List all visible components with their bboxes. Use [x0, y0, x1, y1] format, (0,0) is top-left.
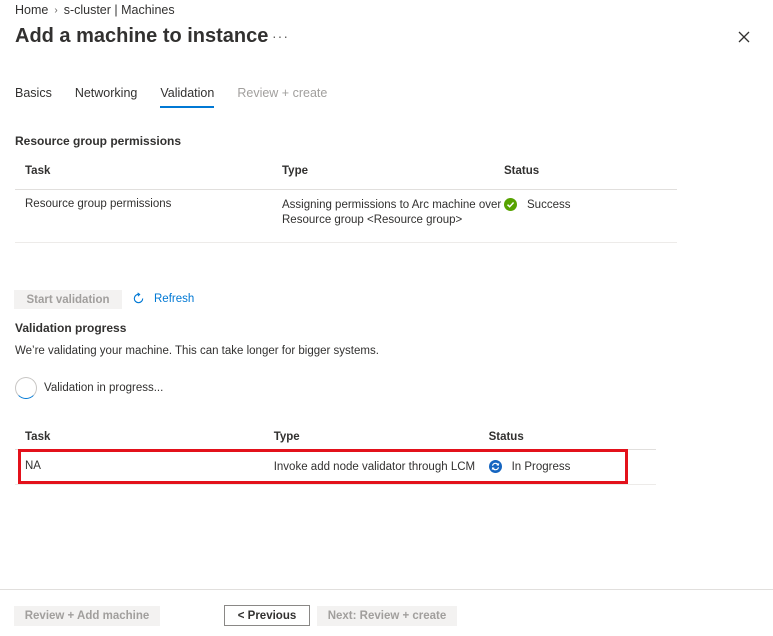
tab-basics[interactable]: Basics — [15, 86, 52, 108]
validation-progress: Validation in progress... — [15, 377, 163, 399]
footer-divider — [0, 589, 773, 590]
permissions-section-title: Resource group permissions — [15, 134, 182, 148]
type-line: Resource group <Resource group> — [282, 214, 463, 226]
column-header-status: Status — [488, 431, 524, 443]
column-header-task: Task — [25, 165, 51, 177]
tab-validation[interactable]: Validation — [160, 86, 215, 108]
validation-description: We’re validating your machine. This can … — [15, 345, 379, 357]
next-review-create-button[interactable]: Next: Review + create — [317, 606, 457, 626]
highlight-box — [18, 449, 628, 484]
table-header-row: Task Type Status — [15, 153, 677, 190]
table-header-row: Task Type Status — [15, 425, 656, 450]
page-title: Add a machine to instance — [15, 25, 269, 47]
status-cell: Success — [504, 198, 677, 211]
tab-networking[interactable]: Networking — [75, 86, 138, 108]
progress-text: Validation in progress... — [44, 382, 164, 394]
close-icon[interactable] — [735, 28, 753, 46]
type-cell: Assigning permissions to Arc machine ove… — [282, 198, 504, 228]
chevron-right-icon: › — [54, 4, 58, 16]
column-header-task: Task — [25, 431, 51, 443]
task-cell: Resource group permissions — [25, 198, 172, 210]
refresh-button[interactable]: Refresh — [132, 292, 194, 305]
more-options-icon[interactable]: ··· — [272, 28, 289, 44]
tab-review-create[interactable]: Review + create — [237, 86, 327, 108]
breadcrumb: Home › s-cluster | Machines — [15, 3, 175, 17]
column-header-type: Type — [282, 164, 308, 177]
previous-button[interactable]: < Previous — [224, 605, 310, 626]
refresh-icon — [133, 292, 144, 304]
type-line: Assigning permissions to Arc machine ove… — [282, 199, 502, 211]
refresh-label: Refresh — [154, 292, 195, 305]
column-header-status: Status — [504, 165, 540, 177]
table-row: Resource group permissions Assigning per… — [15, 190, 677, 243]
breadcrumb-home-link[interactable]: Home — [15, 3, 48, 17]
review-add-machine-button[interactable]: Review + Add machine — [14, 606, 160, 626]
permissions-table: Task Type Status Resource group permissi… — [15, 153, 677, 243]
start-validation-button[interactable]: Start validation — [14, 290, 122, 309]
success-check-icon — [504, 198, 517, 211]
spinner-icon — [15, 377, 37, 399]
validation-section-title: Validation progress — [15, 321, 127, 335]
column-header-type: Type — [273, 430, 300, 443]
status-text: Success — [527, 198, 571, 211]
wizard-tabs: Basics Networking Validation Review + cr… — [15, 86, 350, 108]
breadcrumb-current-link[interactable]: s-cluster | Machines — [64, 3, 175, 17]
